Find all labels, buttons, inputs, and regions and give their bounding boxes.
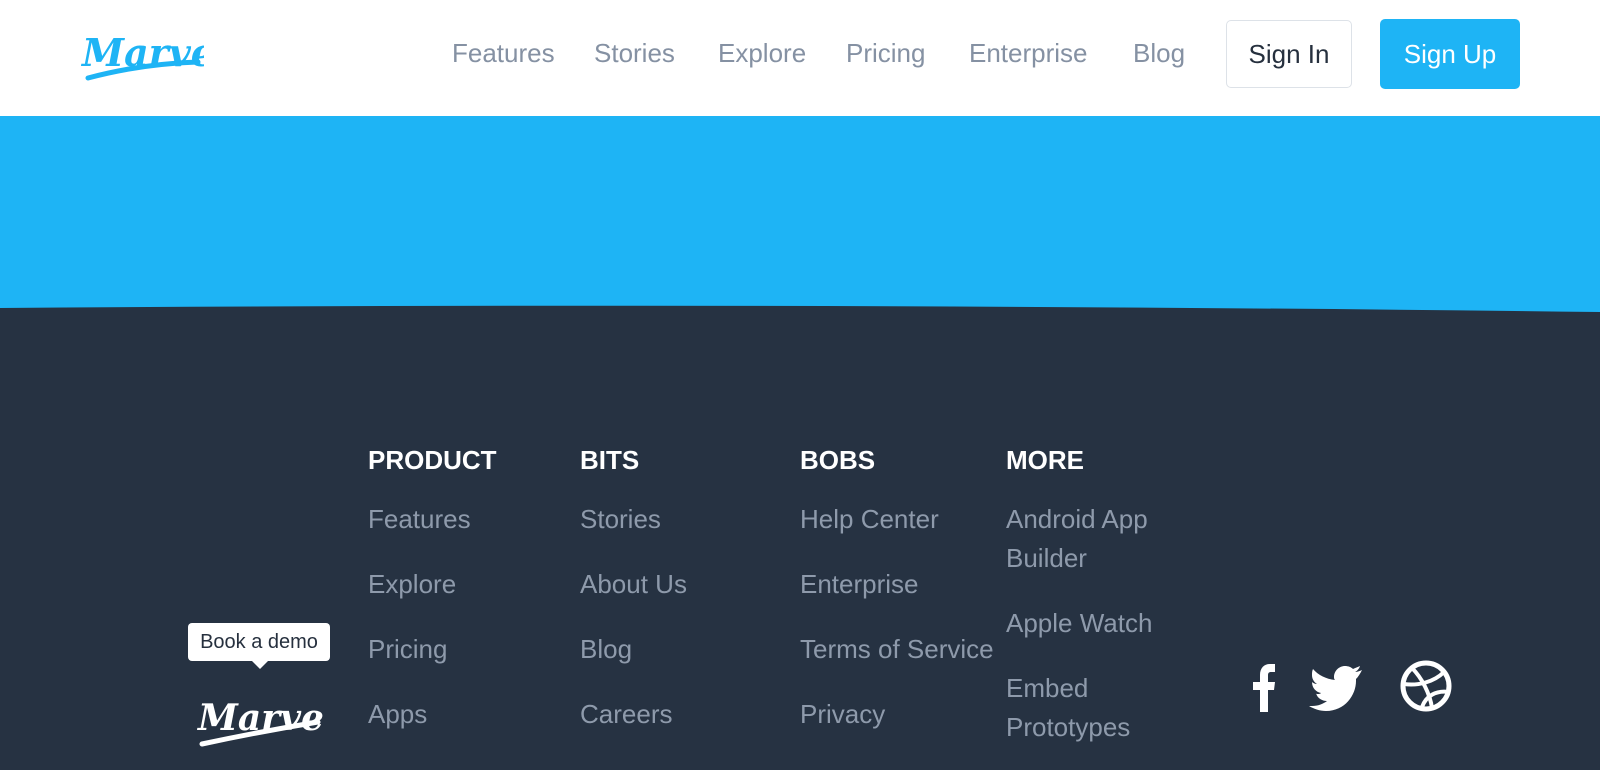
- nav-blog[interactable]: Blog: [1133, 36, 1185, 70]
- footer-heading: MORE: [1006, 445, 1084, 475]
- footer-link[interactable]: Enterprise: [800, 565, 994, 604]
- sign-up-button[interactable]: Sign Up: [1380, 19, 1520, 89]
- footer-heading: BOBS: [800, 445, 876, 475]
- footer-column-product: PRODUCT Features Explore Pricing Apps: [368, 440, 497, 760]
- main-nav: Features Stories Explore Pricing Enterpr…: [0, 36, 1600, 76]
- footer-link[interactable]: About Us: [580, 565, 687, 604]
- footer-link[interactable]: Apple Watch: [1006, 604, 1186, 643]
- footer-column-bobs: BOBS Help Center Enterprise Terms of Ser…: [800, 440, 994, 760]
- footer-link[interactable]: Apps: [368, 695, 497, 734]
- nav-features[interactable]: Features: [452, 36, 555, 70]
- footer-column-bits: BITS Stories About Us Blog Careers: [580, 440, 687, 760]
- footer-link[interactable]: Privacy: [800, 695, 994, 734]
- footer-link[interactable]: Embed Prototypes: [1006, 669, 1186, 747]
- footer-link[interactable]: Blog: [580, 630, 687, 669]
- nav-pricing[interactable]: Pricing: [846, 36, 925, 70]
- dribbble-icon[interactable]: [1400, 660, 1456, 716]
- nav-explore[interactable]: Explore: [718, 36, 806, 70]
- footer-heading: BITS: [580, 445, 640, 475]
- footer-marvel-logo[interactable]: Marvel: [196, 690, 338, 754]
- footer-link[interactable]: Features: [368, 500, 497, 539]
- footer-link[interactable]: Explore: [368, 565, 497, 604]
- facebook-icon[interactable]: [1236, 660, 1292, 716]
- footer-link[interactable]: Android App Builder: [1006, 500, 1186, 578]
- footer-link[interactable]: Stories: [580, 500, 687, 539]
- twitter-icon[interactable]: [1306, 660, 1362, 716]
- footer-column-more: MORE Android App Builder Apple Watch Emb…: [1006, 440, 1186, 770]
- top-navigation-bar: Marvel Features Stories Explore Pricing …: [0, 0, 1600, 116]
- footer-link[interactable]: Careers: [580, 695, 687, 734]
- nav-stories[interactable]: Stories: [594, 36, 675, 70]
- hero-band: [0, 116, 1600, 312]
- footer-link[interactable]: Pricing: [368, 630, 497, 669]
- nav-enterprise[interactable]: Enterprise: [969, 36, 1088, 70]
- sign-in-button[interactable]: Sign In: [1226, 20, 1352, 88]
- book-demo-tooltip[interactable]: Book a demo: [188, 623, 330, 669]
- footer-heading: PRODUCT: [368, 445, 497, 475]
- footer-link[interactable]: Help Center: [800, 500, 994, 539]
- footer-link[interactable]: Terms of Service: [800, 630, 994, 669]
- page: Marvel Features Stories Explore Pricing …: [0, 0, 1600, 770]
